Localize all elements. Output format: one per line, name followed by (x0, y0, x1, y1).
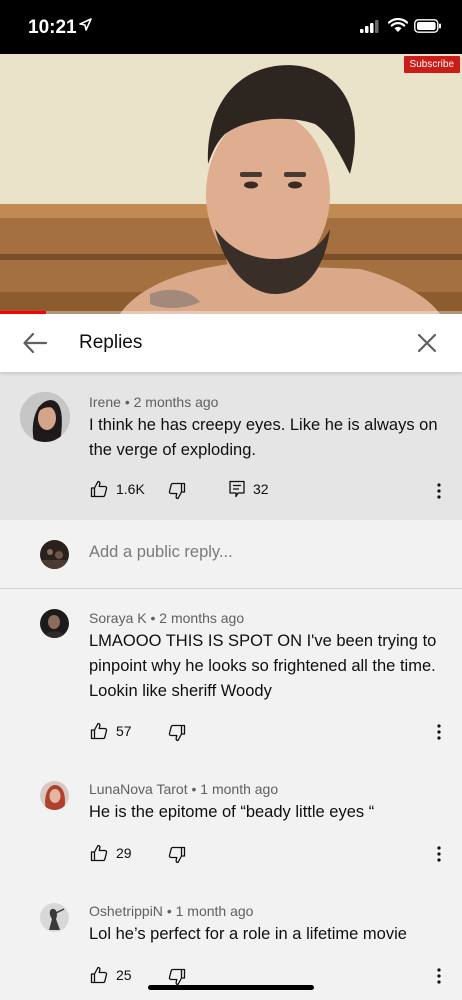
thumbs-up-icon (90, 844, 108, 862)
comment-meta: LunaNova Tarot • 1 month ago (89, 781, 278, 797)
comment-author[interactable]: LunaNova Tarot (89, 781, 188, 797)
cellular-signal-icon (360, 20, 379, 33)
comment-text: Lol he’s perfect for a role in a lifetim… (89, 925, 407, 943)
avatar-image (40, 609, 69, 638)
like-button[interactable]: 1.6K (90, 480, 145, 498)
location-arrow-icon (79, 18, 92, 31)
thumbs-up-icon (90, 722, 108, 740)
reply-count: 32 (253, 481, 269, 497)
status-time: 10:21 (28, 17, 77, 38)
like-count: 29 (116, 845, 132, 861)
like-count: 1.6K (116, 481, 145, 497)
thumbs-down-icon (168, 724, 186, 742)
parent-comment: Irene • 2 months ago I think he has cree… (0, 372, 462, 520)
comment-meta: Soraya K • 2 months ago (89, 610, 244, 626)
comment-reply-icon (229, 480, 245, 498)
avatar[interactable] (40, 903, 69, 932)
replies-title: Replies (79, 332, 143, 353)
replies-header: Replies (0, 314, 462, 372)
like-count: 25 (116, 967, 132, 983)
thumbs-down-icon (168, 968, 186, 986)
comment-author[interactable]: OshetrippiN (89, 903, 163, 919)
more-options-icon[interactable] (436, 723, 442, 741)
status-bar: 10:21 (0, 0, 462, 54)
home-indicator[interactable] (148, 985, 314, 990)
battery-icon (414, 19, 441, 33)
reply-input[interactable]: Add a public reply... (89, 543, 233, 562)
avatar[interactable] (40, 609, 69, 638)
user-avatar (40, 540, 69, 569)
comment-author[interactable]: Irene (89, 394, 121, 410)
dislike-button[interactable] (168, 724, 186, 742)
thumbs-down-icon (168, 482, 186, 500)
comment-text: I think he has creepy eyes. Like he is a… (89, 416, 438, 459)
meta-separator: • (124, 394, 130, 410)
comment-text: He is the epitome of “beady little eyes … (89, 803, 375, 821)
avatar-image (20, 392, 70, 442)
more-options-icon[interactable] (436, 845, 442, 863)
more-options-icon[interactable] (436, 482, 442, 500)
thumbs-up-icon (90, 966, 108, 984)
like-count: 57 (116, 723, 132, 739)
close-icon[interactable] (416, 332, 438, 354)
comment-age: 1 month ago (200, 781, 279, 797)
meta-separator: • (166, 903, 172, 919)
reply-item: Soraya K • 2 months ago LMAOOO THIS IS S… (0, 589, 462, 749)
meta-separator: • (150, 610, 156, 626)
thumbs-up-icon (90, 480, 108, 498)
thumbs-down-icon (168, 846, 186, 864)
avatar-image (40, 903, 69, 932)
like-button[interactable]: 57 (90, 722, 132, 740)
avatar[interactable] (20, 392, 70, 442)
comment-author[interactable]: Soraya K (89, 610, 147, 626)
avatar-image (40, 781, 69, 810)
comment-age: 1 month ago (175, 903, 254, 919)
comment-age: 2 months ago (159, 610, 245, 626)
like-button[interactable]: 29 (90, 844, 132, 862)
more-options-icon[interactable] (436, 967, 442, 985)
reply-item: LunaNova Tarot • 1 month ago He is the e… (0, 760, 462, 870)
avatar[interactable] (40, 781, 69, 810)
reply-item: OshetrippiN • 1 month ago Lol he’s perfe… (0, 882, 462, 992)
comment-meta: Irene • 2 months ago (89, 394, 218, 410)
back-arrow-icon[interactable] (22, 331, 48, 355)
add-reply-row[interactable]: Add a public reply... (0, 520, 462, 589)
meta-separator: • (191, 781, 197, 797)
user-avatar-image (40, 540, 69, 569)
video-player[interactable]: Subscribe (0, 54, 462, 314)
subscribe-button[interactable]: Subscribe (403, 56, 460, 73)
dislike-button[interactable] (168, 968, 186, 986)
dislike-button[interactable] (168, 846, 186, 864)
video-frame-image (0, 54, 462, 314)
wifi-icon (388, 18, 408, 32)
dislike-button[interactable] (168, 482, 186, 500)
comment-text: LMAOOO THIS IS SPOT ON I've been trying … (89, 632, 437, 700)
reply-count-button[interactable]: 32 (229, 480, 269, 498)
like-button[interactable]: 25 (90, 966, 132, 984)
comment-age: 2 months ago (133, 394, 219, 410)
comment-meta: OshetrippiN • 1 month ago (89, 903, 253, 919)
